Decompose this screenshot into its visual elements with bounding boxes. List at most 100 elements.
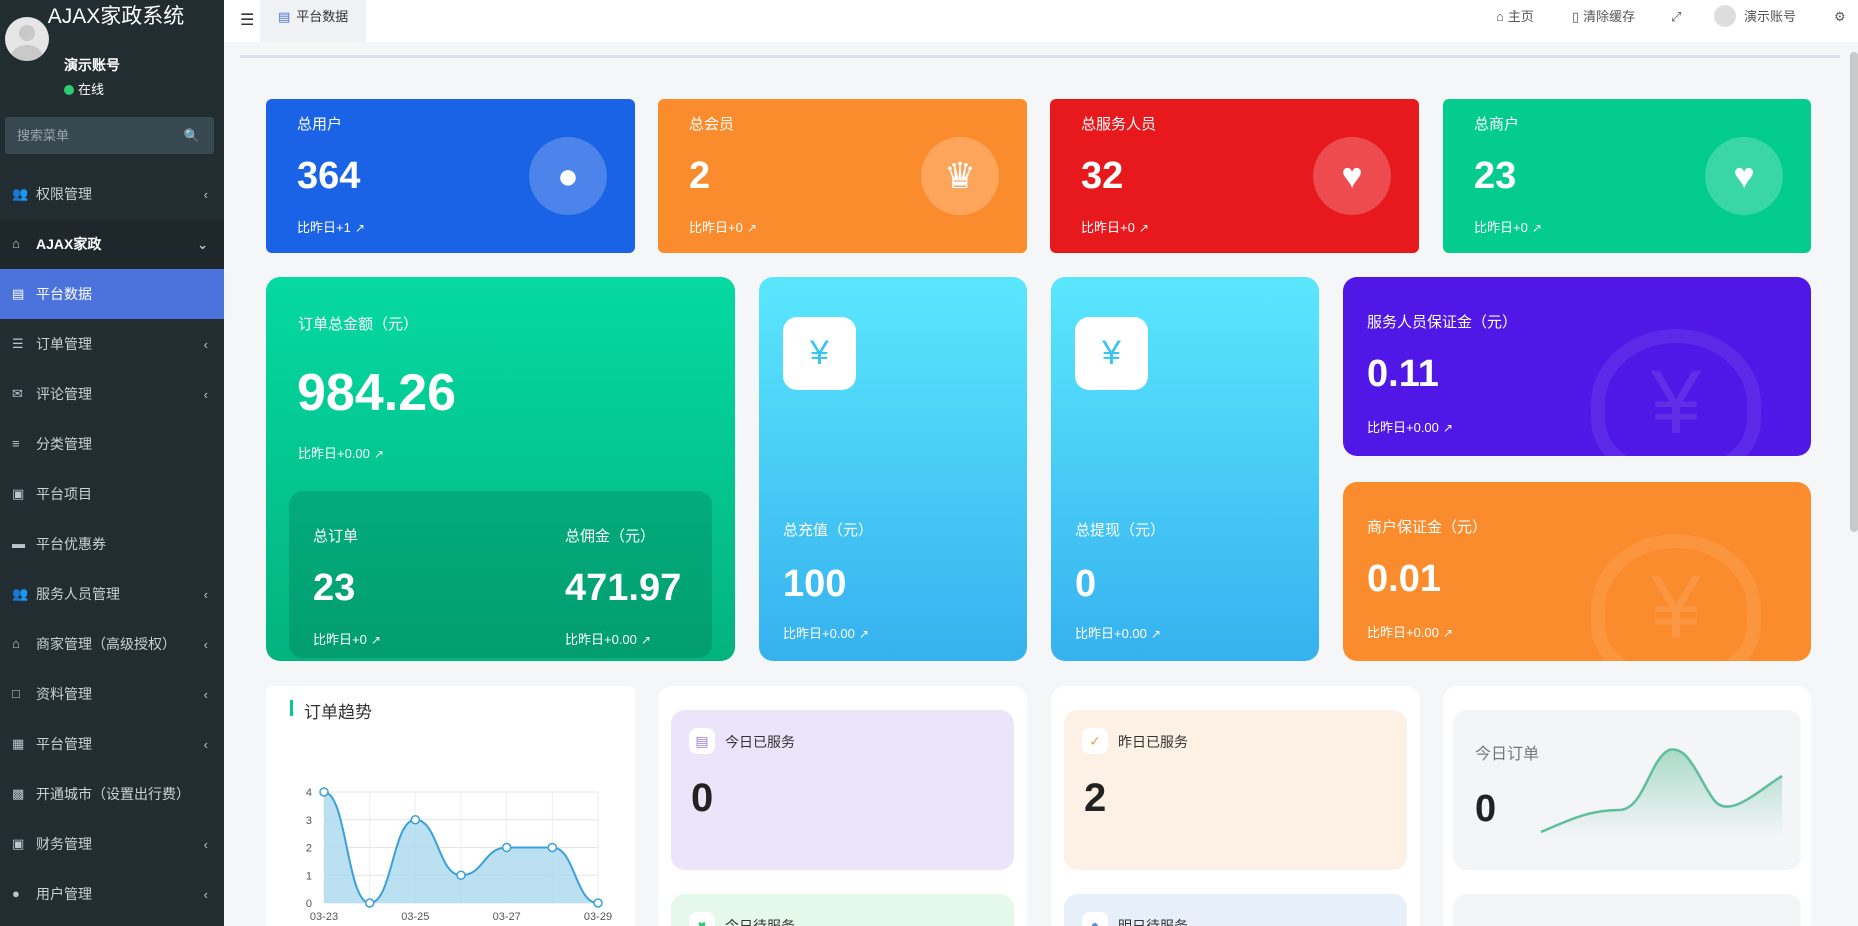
stat-change: 比昨日+1 ↗ <box>297 217 365 236</box>
trend-point <box>410 815 421 825</box>
chevron-down-icon: ⌄ <box>197 237 208 252</box>
sidebar-item-label: 平台管理 <box>36 736 92 752</box>
stat-card-users: 总用户 364 比昨日+1 ↗ ● <box>266 99 635 253</box>
withdraw-change: 比昨日+0.00 ↗ <box>1075 623 1161 642</box>
sidebar-item-finance[interactable]: ▣ 财务管理 ‹ <box>0 819 224 869</box>
recharge-card: ¥ 总充值（元） 100 比昨日+0.00 ↗ <box>759 277 1027 661</box>
sidebar-item-projects[interactable]: ▣ 平台项目 <box>0 469 224 519</box>
credit-card-icon: ▬ <box>12 536 25 551</box>
sidebar-item-orders[interactable]: ☰ 订单管理 ‹ <box>0 319 224 369</box>
trend-icon: ↗ <box>1138 221 1149 235</box>
sidebar-item-platform-data[interactable]: ▤ 平台数据 <box>0 269 224 319</box>
sidebar-item-label: 权限管理 <box>36 186 92 202</box>
today-orders-title: 今日订单 <box>1475 746 1540 763</box>
merchant-deposit-value: 0.01 <box>1367 558 1441 600</box>
bank-icon: ⌂ <box>12 636 20 651</box>
sidebar-item-users[interactable]: ● 用户管理 ‹ <box>0 869 224 919</box>
stat-change: 比昨日+0 ↗ <box>689 217 757 236</box>
tomorrow-pending-card: ● 明日待服务 <box>1064 894 1407 926</box>
sidebar-item-staff[interactable]: 👥 服务人员管理 ‹ <box>0 569 224 619</box>
search-input[interactable]: 搜索菜单 🔍 <box>5 117 214 154</box>
trend-icon: ↗ <box>746 221 757 235</box>
today-orders-card: 今日订单 0 <box>1453 710 1801 870</box>
staff-deposit-change-text: 比昨日+0.00 <box>1367 420 1439 435</box>
sidebar-item-merchants[interactable]: ⌂ 商家管理（高级授权） ‹ <box>0 619 224 669</box>
withdraw-value: 0 <box>1075 563 1097 605</box>
fullscreen-button[interactable]: ⤢ <box>1671 0 1681 34</box>
folder-icon: □ <box>12 686 20 701</box>
users-icon: 👥 <box>12 186 29 201</box>
crown-icon: ♛ <box>921 137 999 215</box>
account-avatar <box>1714 5 1736 27</box>
trend-icon: ↗ <box>1150 627 1161 641</box>
x-tick-label: 03-29 <box>584 911 612 923</box>
order-total-change-text: 比昨日+0.00 <box>298 446 370 461</box>
heart-icon: ♥ <box>689 912 715 926</box>
trend-point <box>593 898 603 908</box>
sidebar-item-platform[interactable]: ▦ 平台管理 ‹ <box>0 719 224 769</box>
order-total-value: 984.26 <box>297 364 457 422</box>
merchant-deposit-change-text: 比昨日+0.00 <box>1367 625 1439 640</box>
yesterday-served-title: 昨日已服务 <box>1118 734 1188 750</box>
yesterday-served-value: 2 <box>1084 776 1107 820</box>
sidebar-item-cities[interactable]: ▩ 开通城市（设置出行费） <box>0 769 224 819</box>
status-text: 在线 <box>78 82 105 97</box>
commission-label: 总佣金（元） <box>565 528 656 545</box>
search-placeholder: 搜索菜单 <box>17 128 70 143</box>
sidebar-item-categories[interactable]: ≡ 分类管理 <box>0 419 224 469</box>
sidebar-item-label: 平台数据 <box>36 286 92 302</box>
sidebar: AJAX家政系统 演示账号 在线 搜索菜单 🔍 👥 权限管理 ‹ ⌂ AJAX家政 ⌄ ▤… <box>0 0 224 926</box>
search-icon[interactable]: 🔍 <box>184 117 200 154</box>
today-served-title: 今日已服务 <box>725 734 795 750</box>
y-tick-label: 3 <box>306 815 312 827</box>
today-served-value: 0 <box>691 776 714 820</box>
stat-title: 总服务人员 <box>1081 116 1157 133</box>
trend-point <box>319 787 329 797</box>
trash-icon: ▯ <box>1572 9 1580 24</box>
tab-platform-data[interactable]: ▤ 平台数据 <box>260 0 367 42</box>
recharge-value: 100 <box>783 563 847 605</box>
sidebar-item-permissions[interactable]: 👥 权限管理 ‹ <box>0 169 224 219</box>
top-bar: ☰ ▤ 平台数据 ⌂ 主页 ▯ 清除缓存 ⤢ 演示账号 ⚙ <box>224 0 1858 42</box>
chevron-left-icon: ‹ <box>203 737 208 752</box>
sidebar-item-ajax-housekeeping[interactable]: ⌂ AJAX家政 ⌄ <box>0 219 224 269</box>
sidebar-item-materials[interactable]: □ 资料管理 ‹ <box>0 669 224 719</box>
trend-icon: ↗ <box>1531 221 1542 235</box>
sidebar-item-label: 平台项目 <box>36 486 92 502</box>
total-orders-change: 比昨日+0 ↗ <box>313 629 381 648</box>
sidebar-item-coupons[interactable]: ▬ 平台优惠券 <box>0 519 224 569</box>
account-menu[interactable]: 演示账号 <box>1714 0 1796 34</box>
order-total-change: 比昨日+0.00 ↗ <box>298 443 384 462</box>
bar-chart-icon: ▤ <box>12 286 25 301</box>
trophy-heart-icon: ♥ <box>1313 137 1391 215</box>
menu-toggle-icon[interactable]: ☰ <box>240 10 254 30</box>
bar-chart-icon: ▤ <box>278 9 291 24</box>
stat-title: 总商户 <box>1474 116 1520 133</box>
sidebar-item-comments[interactable]: ✉ 评论管理 ‹ <box>0 369 224 419</box>
trend-point <box>364 898 375 908</box>
expand-icon: ⤢ <box>1671 9 1682 24</box>
sidebar-item-label: 评论管理 <box>36 386 92 402</box>
staff-deposit-change: 比昨日+0.00 ↗ <box>1367 417 1453 436</box>
y-tick-label: 1 <box>306 870 312 882</box>
sidebar-item-label: 用户管理 <box>36 886 92 902</box>
trophy-heart-icon: ♥ <box>1705 137 1783 215</box>
chevron-left-icon: ‹ <box>203 387 208 402</box>
stat-change-text: 比昨日+0 <box>1474 220 1528 235</box>
scrollbar[interactable] <box>1850 52 1858 532</box>
merchant-deposit-change: 比昨日+0.00 ↗ <box>1367 622 1453 641</box>
y-tick-label: 2 <box>306 843 312 855</box>
chevron-left-icon: ‹ <box>203 187 208 202</box>
settings-button[interactable]: ⚙ <box>1834 0 1846 34</box>
recharge-title: 总充值（元） <box>783 522 874 539</box>
sidebar-item-label: 财务管理 <box>36 836 92 852</box>
briefcase-icon: ▣ <box>12 486 25 501</box>
home-link[interactable]: ⌂ 主页 <box>1496 0 1534 34</box>
chevron-left-icon: ‹ <box>203 837 208 852</box>
withdraw-title: 总提现（元） <box>1075 522 1166 539</box>
staff-deposit-card: ¥ 服务人员保证金（元） 0.11 比昨日+0.00 ↗ <box>1343 277 1811 456</box>
recharge-change: 比昨日+0.00 ↗ <box>783 623 869 642</box>
trend-icon: ↗ <box>354 221 365 235</box>
clear-cache-button[interactable]: ▯ 清除缓存 <box>1572 0 1635 34</box>
money-bag-icon: ¥ <box>1075 317 1148 390</box>
